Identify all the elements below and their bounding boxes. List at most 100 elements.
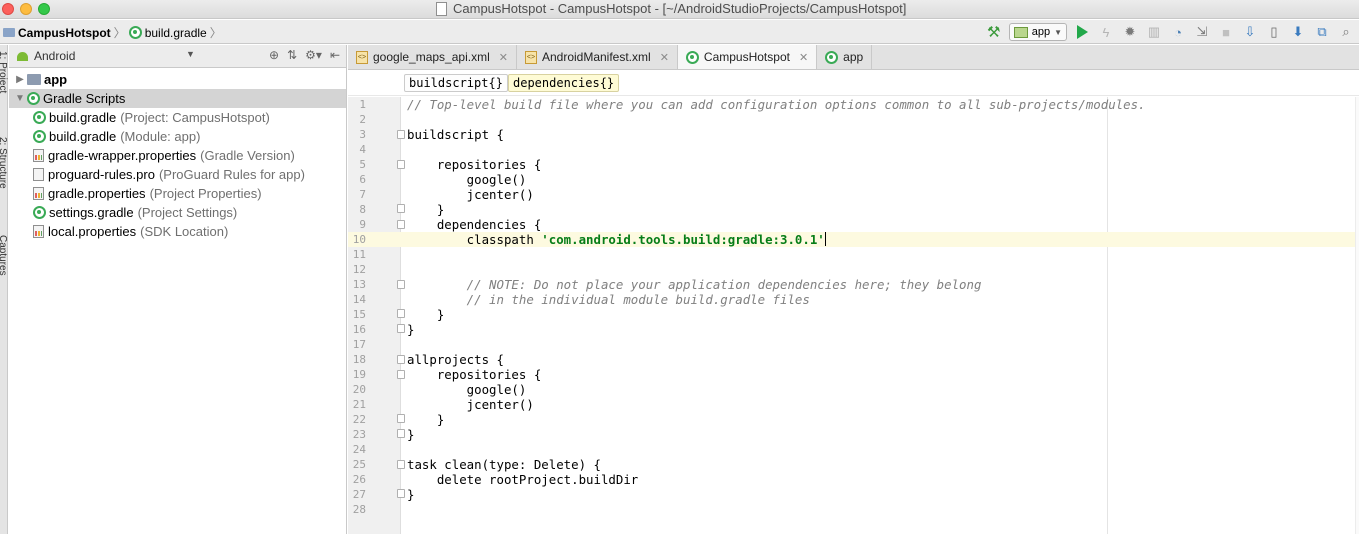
text-caret: [824, 232, 826, 246]
line-number: 4: [359, 143, 366, 156]
tool-window-structure[interactable]: 2: Structure: [0, 137, 8, 189]
fold-close-icon[interactable]: [397, 414, 405, 423]
code-area[interactable]: 1 // Top-level build file where you can a…: [348, 97, 1359, 534]
editor-breadcrumb: buildscript{} dependencies{}: [348, 70, 1359, 96]
tree-item[interactable]: proguard-rules.pro (ProGuard Rules for ap…: [9, 165, 346, 184]
run-icon[interactable]: [1073, 23, 1091, 41]
zoom-window-button[interactable]: [38, 3, 50, 15]
code-text: classpath 'com.android.tools.build:gradl…: [407, 232, 826, 247]
fold-open-icon[interactable]: [397, 280, 405, 289]
close-icon[interactable]: ✕: [660, 51, 669, 64]
tab-androidmanifest-xml[interactable]: <> AndroidManifest.xml ✕: [517, 45, 678, 69]
line-number: 14: [352, 293, 366, 306]
avd-manager-icon[interactable]: ▯: [1265, 23, 1283, 41]
window-title-text: CampusHotspot - CampusHotspot - [~/Andro…: [453, 1, 907, 16]
line-number: 17: [352, 338, 366, 351]
project-panel-header: Android ▼ ⊕ ⇅ ⚙▾ ⇤: [9, 45, 346, 68]
fold-close-icon[interactable]: [397, 429, 405, 438]
collapse-all-icon[interactable]: ⇅: [287, 48, 297, 62]
fold-close-icon[interactable]: [397, 324, 405, 333]
run-configuration-select[interactable]: app ▼: [1008, 23, 1067, 41]
code-line: 19 repositories {: [348, 367, 1359, 382]
scroll-from-source-icon[interactable]: ⊕: [269, 48, 279, 62]
close-icon[interactable]: ✕: [499, 51, 508, 64]
tab-google-maps-api-xml[interactable]: <> google_maps_api.xml ✕: [348, 45, 517, 69]
tab-label: app: [843, 50, 864, 64]
tree-item-hint: (SDK Location): [140, 224, 229, 239]
stop-icon[interactable]: ■: [1217, 23, 1235, 41]
tree-item[interactable]: build.gradle (Module: app): [9, 127, 346, 146]
tree-item[interactable]: gradle-wrapper.properties (Gradle Version…: [9, 146, 346, 165]
tab-campushotspot[interactable]: CampusHotspot ✕: [677, 45, 818, 69]
tree-item[interactable]: gradle.properties (Project Properties): [9, 184, 346, 203]
chevron-right-icon[interactable]: ▶: [13, 74, 27, 85]
profiler-icon[interactable]: ◔: [1169, 23, 1187, 41]
tree-item-label: build.gradle: [49, 110, 117, 125]
bug-icon[interactable]: ✹: [1121, 23, 1139, 41]
close-window-button[interactable]: [2, 3, 14, 15]
minimize-window-button[interactable]: [20, 3, 32, 15]
code-line: 1 // Top-level build file where you can a…: [348, 97, 1359, 112]
breadcrumb-dependencies[interactable]: dependencies{}: [508, 74, 620, 92]
code-line: 12: [348, 262, 1359, 277]
code-text: delete rootProject.buildDir: [407, 472, 639, 487]
chevron-down-icon[interactable]: ▼: [186, 49, 195, 59]
fold-open-icon[interactable]: [397, 460, 405, 469]
fold-close-icon[interactable]: [397, 489, 405, 498]
project-structure-icon[interactable]: ⧉: [1313, 23, 1331, 41]
fold-open-icon[interactable]: [397, 160, 405, 169]
file-icon: [33, 168, 44, 181]
hammer-icon[interactable]: ⚒: [985, 23, 1003, 41]
code-text: }: [407, 202, 445, 217]
navigation-bar: CampusHotspot 〉 build.gradle 〉 ⚒ app ▼ ϟ…: [0, 20, 1359, 44]
code-text: }: [407, 307, 445, 322]
code-line: 15 }: [348, 307, 1359, 322]
search-icon[interactable]: ⌕: [1337, 23, 1355, 41]
breadcrumb-project[interactable]: CampusHotspot: [0, 26, 114, 40]
line-number: 7: [359, 188, 366, 201]
breadcrumb-buildscript[interactable]: buildscript{}: [404, 74, 508, 92]
gear-icon[interactable]: ⚙▾: [305, 48, 322, 62]
chevron-right-icon: 〉: [209, 26, 222, 40]
code-line: 21 jcenter(): [348, 397, 1359, 412]
tab-app[interactable]: app: [817, 45, 873, 69]
tree-item-hint: (Module: app): [120, 129, 201, 144]
code-line: 16}: [348, 322, 1359, 337]
tree-item[interactable]: build.gradle (Project: CampusHotspot): [9, 108, 346, 127]
tree-item[interactable]: ▶ app: [9, 70, 346, 89]
fold-open-icon[interactable]: [397, 370, 405, 379]
hide-panel-icon[interactable]: ⇤: [330, 48, 340, 62]
editor-scrollbar[interactable]: [1355, 97, 1359, 534]
lightning-icon[interactable]: ϟ: [1097, 23, 1115, 41]
tab-label: AndroidManifest.xml: [541, 50, 651, 64]
close-icon[interactable]: ✕: [799, 51, 808, 64]
code-text: // NOTE: Do not place your application d…: [407, 277, 982, 292]
code-line: 17: [348, 337, 1359, 352]
attach-debugger-icon[interactable]: ⇲: [1193, 23, 1211, 41]
line-number: 10: [352, 233, 366, 246]
fold-open-icon[interactable]: [397, 220, 405, 229]
project-view-select[interactable]: Android: [34, 49, 75, 63]
tool-window-project[interactable]: 1: Project: [0, 51, 8, 93]
tree-item-hint: (Project Settings): [137, 205, 238, 220]
coverage-icon[interactable]: ▥: [1145, 23, 1163, 41]
sdk-manager-icon[interactable]: ⬇: [1289, 23, 1307, 41]
line-number: 15: [352, 308, 366, 321]
tool-window-captures[interactable]: Captures: [0, 235, 8, 276]
tree-item[interactable]: settings.gradle (Project Settings): [9, 203, 346, 222]
chevron-down-icon[interactable]: ▼: [13, 93, 27, 104]
fold-open-icon[interactable]: [397, 130, 405, 139]
code-text: jcenter(): [407, 187, 534, 202]
code-text: }: [407, 412, 445, 427]
fold-close-icon[interactable]: [397, 309, 405, 318]
line-number: 25: [352, 458, 366, 471]
properties-file-icon: [33, 225, 44, 238]
fold-open-icon[interactable]: [397, 355, 405, 364]
chevron-down-icon: ▼: [1054, 27, 1062, 37]
tree-item[interactable]: local.properties (SDK Location): [9, 222, 346, 241]
breadcrumb-file[interactable]: build.gradle: [126, 26, 210, 40]
tree-item[interactable]: ▼ Gradle Scripts: [9, 89, 346, 108]
module-icon: [1013, 26, 1028, 38]
sync-gradle-icon[interactable]: ⇩: [1241, 23, 1259, 41]
fold-close-icon[interactable]: [397, 204, 405, 213]
